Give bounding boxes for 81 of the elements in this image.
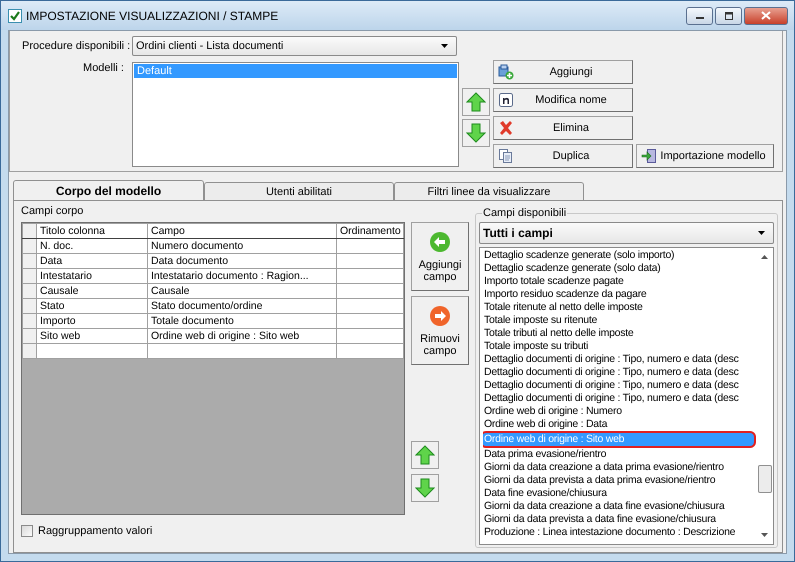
- table-cell: Numero documento: [148, 238, 336, 254]
- action-button[interactable]: Importazione modello: [636, 144, 774, 168]
- list-item[interactable]: Ordine web di origine : Data: [483, 418, 756, 431]
- table-cell: Intestatario: [36, 268, 148, 284]
- caret-icon: [441, 44, 448, 48]
- move-down-button[interactable]: [462, 119, 490, 147]
- checkmark-icon: [8, 8, 22, 22]
- list-item[interactable]: Dettaglio scadenze generate (solo importo): [483, 249, 756, 262]
- list-item[interactable]: Importo totale scadenze pagate: [483, 275, 756, 288]
- list-item[interactable]: Giorni da data prevista a data fine evasione/chiusura: [483, 513, 756, 526]
- tab[interactable]: Corpo del modello: [13, 180, 204, 200]
- list-item[interactable]: Totale imposte su tributi: [483, 340, 756, 353]
- list-item[interactable]: Dettaglio documenti di origine : Tipo, numero e data (desc: [483, 392, 756, 405]
- action-button[interactable]: Aggiungi: [493, 60, 633, 84]
- column-header[interactable]: Titolo colonna: [36, 224, 148, 238]
- list-item[interactable]: Totale tributi al netto delle imposte: [483, 327, 756, 340]
- down-arrow-icon: [466, 123, 486, 143]
- list-item[interactable]: Dettaglio documenti di origine : Tipo, numero e data (desc: [483, 379, 756, 392]
- table-cell: Ordine web di origine : Sito web: [148, 328, 336, 344]
- move-up-button[interactable]: [411, 441, 439, 469]
- list-item[interactable]: Giorni da data creazione a data prima evasione/rientro: [483, 461, 756, 474]
- action-button[interactable]: Aggiungi campo: [411, 222, 469, 291]
- minimize-button[interactable]: [686, 6, 713, 24]
- close-icon: [761, 11, 771, 20]
- action-button[interactable]: Rimuovi campo: [411, 296, 469, 365]
- list-item[interactable]: Importo residuo scadenze da pagare: [483, 288, 756, 301]
- tab[interactable]: Utenti abilitati: [204, 182, 394, 200]
- maximize-icon: [724, 12, 734, 20]
- action-button[interactable]: Elimina: [493, 116, 633, 140]
- list-item[interactable]: Dettaglio documenti di origine : Tipo, numero e data (desc: [483, 366, 756, 379]
- table-cell: Data documento: [148, 254, 336, 268]
- procedure-label: Procedure disponibili :: [22, 40, 132, 52]
- procedure-dropdown[interactable]: Ordini clienti - Lista documenti: [132, 36, 457, 56]
- models-label: Modelli :: [82, 62, 125, 76]
- cross-icon: [498, 120, 514, 136]
- table-cell: Totale documento: [148, 314, 336, 328]
- table-cell: Causale: [148, 284, 336, 298]
- list-item[interactable]: Giorni da data prevista a data prima evasione/rientro: [483, 474, 756, 487]
- scroll-thumb[interactable]: [758, 465, 772, 493]
- checkbox-label: Raggruppamento valori: [38, 525, 152, 537]
- list-item[interactable]: Giorni da data creazione a data fine evasione/chiusura: [483, 500, 756, 513]
- up-arrow-icon: [415, 445, 435, 465]
- section-label: Campi corpo: [21, 205, 84, 217]
- maximize-button[interactable]: [715, 6, 742, 24]
- column-header[interactable]: Campo: [148, 224, 336, 238]
- up-arrow-icon: [466, 92, 486, 112]
- action-button[interactable]: Modifica nome: [493, 88, 633, 112]
- action-button[interactable]: Duplica: [493, 144, 633, 168]
- table-cell: Stato: [36, 298, 148, 314]
- column-header[interactable]: Ordinamento: [336, 224, 404, 238]
- tab[interactable]: Filtri linee da visualizzare: [394, 182, 584, 200]
- caret-icon: [758, 231, 765, 235]
- list-item[interactable]: Dettaglio scadenze generate (solo data): [483, 262, 756, 275]
- table-cell: Stato documento/ordine: [148, 298, 336, 314]
- table-cell: Importo: [36, 314, 148, 328]
- table-cell: Data: [36, 254, 148, 268]
- list-item[interactable]: Totale imposte su ritenute: [483, 314, 756, 327]
- group-label: Campi disponibili: [482, 207, 568, 219]
- close-button[interactable]: [744, 6, 788, 24]
- list-item[interactable]: Ordine web di origine : Numero: [483, 405, 756, 418]
- table-cell: Intestatario documento : Ragion...: [148, 268, 336, 284]
- scroll-up-icon: [761, 255, 768, 259]
- list-item[interactable]: Totale ritenute al netto delle imposte: [483, 301, 756, 314]
- checkbox[interactable]: [21, 525, 33, 537]
- import-icon: [641, 148, 657, 164]
- table-cell: Causale: [36, 284, 148, 298]
- scroll-down-icon: [761, 533, 768, 537]
- move-up-button[interactable]: [462, 88, 490, 116]
- filter-dropdown[interactable]: Tutti i campi: [479, 222, 774, 244]
- list-item[interactable]: Dettaglio documenti di origine : Tipo, numero e data (desc: [483, 353, 756, 366]
- documents-icon: [498, 148, 514, 164]
- list-item[interactable]: Data prima evasione/rientro: [483, 448, 756, 461]
- table-cell: Sito web: [36, 328, 148, 344]
- list-item[interactable]: Produzione : Linea intestazione documento : Descrizione: [483, 526, 756, 539]
- boxes-plus-icon: [498, 64, 514, 80]
- table-cell: N. doc.: [36, 238, 148, 254]
- move-down-button[interactable]: [411, 474, 439, 502]
- letter-n-icon: [498, 92, 514, 108]
- down-arrow-icon: [415, 478, 435, 498]
- window-title: IMPOSTAZIONE VISUALIZZAZIONI / STAMPE: [26, 8, 280, 22]
- list-item[interactable]: Data fine evasione/chiusura: [483, 487, 756, 500]
